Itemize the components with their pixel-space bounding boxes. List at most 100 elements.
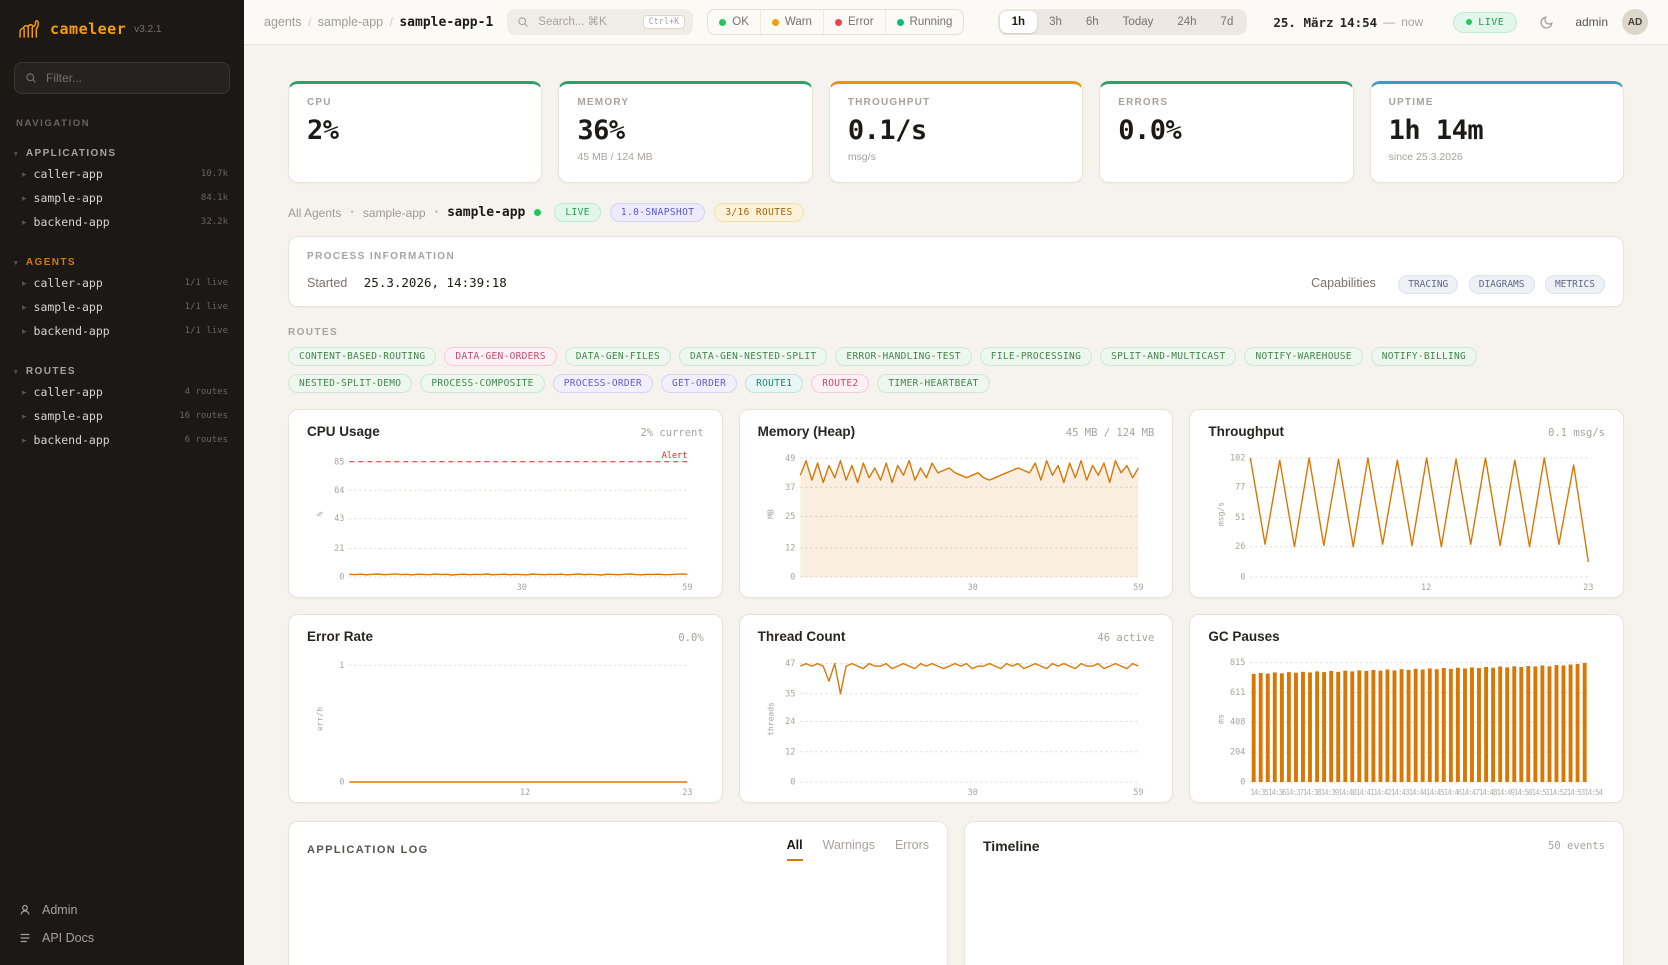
route-chip[interactable]: NOTIFY-BILLING: [1371, 347, 1477, 366]
route-chip[interactable]: TIMER-HEARTBEAT: [877, 374, 989, 393]
main-column: agents / sample-app / sample-app-1 Ctrl+…: [244, 0, 1668, 965]
breadcrumb-current: sample-app-1: [399, 15, 493, 30]
charts-grid: CPU Usage 2% current %021436485Alert3059…: [288, 409, 1624, 803]
date-range[interactable]: 25. März 14:54 — now: [1273, 15, 1423, 30]
agents-section-header[interactable]: ▾ AGENTS: [0, 254, 244, 271]
svg-text:815: 815: [1230, 658, 1245, 668]
routes-section-title: ROUTES: [26, 366, 76, 377]
svg-text:24: 24: [785, 717, 795, 727]
sidebar-app-sample-app[interactable]: ▸ sample-app 84.1k: [0, 186, 244, 210]
sidebar-footer: Admin API Docs: [0, 889, 244, 965]
route-chip[interactable]: SPLIT-AND-MULTICAST: [1100, 347, 1236, 366]
process-info-card: PROCESS INFORMATION Started 25.3.2026, 1…: [288, 236, 1624, 307]
svg-text:12: 12: [520, 788, 530, 798]
sidebar-filter[interactable]: [14, 62, 230, 94]
bottom-row: APPLICATION LOG All Warnings Errors Time…: [288, 821, 1624, 965]
sidebar-filter-input[interactable]: [44, 70, 219, 86]
svg-text:51: 51: [1235, 513, 1245, 523]
timeline-title: Timeline: [983, 838, 1040, 854]
svg-text:77: 77: [1235, 483, 1245, 493]
filter-error[interactable]: Error: [823, 10, 885, 34]
svg-text:msg/s: msg/s: [1217, 502, 1226, 526]
route-chip[interactable]: DATA-GEN-NESTED-SPLIT: [679, 347, 827, 366]
sidebar-admin-link[interactable]: Admin: [18, 903, 226, 917]
chevron-right-icon: ▸: [22, 387, 27, 398]
range-24h[interactable]: 24h: [1165, 11, 1208, 33]
sidebar-routes-sample-app[interactable]: ▸ sample-app 16 routes: [0, 404, 244, 428]
svg-text:0: 0: [339, 573, 344, 583]
stat-card-errors: ERRORS 0.0%: [1099, 81, 1353, 183]
route-chip[interactable]: DATA-GEN-ORDERS: [444, 347, 556, 366]
stat-card-cpu: CPU 2%: [288, 81, 542, 183]
svg-text:59: 59: [1133, 788, 1143, 798]
app-version: v3.2.1: [134, 24, 161, 35]
sidebar-agent-sample-app[interactable]: ▸ sample-app 1/1 live: [0, 295, 244, 319]
routes-count-badge: 4 routes: [185, 387, 228, 397]
search-input[interactable]: [536, 15, 635, 29]
breadcrumb-agents[interactable]: agents: [264, 15, 302, 29]
route-chip[interactable]: PROCESS-ORDER: [553, 374, 653, 393]
sidebar-routes-backend-app[interactable]: ▸ backend-app 6 routes: [0, 428, 244, 452]
tab-warnings[interactable]: Warnings: [823, 838, 875, 861]
sidebar-section-applications: ▾ APPLICATIONS ▸ caller-app 10.7k ▸ samp…: [0, 145, 244, 234]
route-chip[interactable]: PROCESS-COMPOSITE: [420, 374, 544, 393]
applications-section-title: APPLICATIONS: [26, 148, 117, 159]
route-chip[interactable]: ROUTE2: [811, 374, 869, 393]
app-name: cameleer: [50, 20, 126, 38]
dark-mode-toggle[interactable]: [1539, 14, 1555, 30]
capability-tracing: TRACING: [1398, 275, 1458, 294]
agents-section-title: AGENTS: [26, 257, 76, 268]
range-3h[interactable]: 3h: [1037, 11, 1074, 33]
range-1h[interactable]: 1h: [1000, 11, 1037, 33]
svg-text:MB: MB: [766, 509, 775, 519]
route-chip[interactable]: NOTIFY-WAREHOUSE: [1244, 347, 1362, 366]
chevron-right-icon: ▸: [22, 411, 27, 422]
sidebar-agent-backend-app[interactable]: ▸ backend-app 1/1 live: [0, 319, 244, 343]
route-chip[interactable]: ROUTE1: [745, 374, 803, 393]
timeline-card: Timeline 50 events: [964, 821, 1624, 965]
svg-text:0: 0: [339, 778, 344, 788]
chart-card-throughput: Throughput 0.1 msg/s msg/s02651771021223: [1189, 409, 1624, 598]
main-content[interactable]: CPU 2% MEMORY 36% 45 MB / 124 MB THROUGH…: [244, 45, 1668, 965]
route-chip[interactable]: NESTED-SPLIT-DEMO: [288, 374, 412, 393]
range-7d[interactable]: 7d: [1209, 11, 1246, 33]
avatar[interactable]: AD: [1622, 9, 1648, 35]
svg-text:err/h: err/h: [315, 707, 324, 731]
route-chip[interactable]: FILE-PROCESSING: [980, 347, 1092, 366]
route-chip[interactable]: CONTENT-BASED-ROUTING: [288, 347, 436, 366]
route-chip[interactable]: ERROR-HANDLING-TEST: [835, 347, 971, 366]
process-info-title: PROCESS INFORMATION: [307, 251, 1605, 262]
sidebar-app-backend-app[interactable]: ▸ backend-app 32.2k: [0, 210, 244, 234]
route-chip[interactable]: GET-ORDER: [661, 374, 737, 393]
filter-warn[interactable]: Warn: [760, 10, 823, 34]
routes-section-header[interactable]: ▾ ROUTES: [0, 363, 244, 380]
range-6h[interactable]: 6h: [1074, 11, 1111, 33]
tab-all[interactable]: All: [787, 838, 803, 861]
search-icon: [517, 16, 529, 28]
sample-app-link[interactable]: sample-app: [363, 206, 426, 220]
search-box[interactable]: Ctrl+K: [507, 9, 693, 35]
chevron-right-icon: ▸: [22, 302, 27, 313]
tab-errors[interactable]: Errors: [895, 838, 929, 861]
svg-text:ms: ms: [1217, 714, 1226, 724]
svg-text:47: 47: [785, 659, 795, 669]
svg-text:12: 12: [785, 543, 795, 553]
live-status-badge[interactable]: LIVE: [1453, 12, 1517, 33]
timeline-events-count: 50 events: [1548, 840, 1605, 852]
sidebar-app-caller-app[interactable]: ▸ caller-app 10.7k: [0, 162, 244, 186]
svg-text:30: 30: [967, 583, 977, 593]
range-today[interactable]: Today: [1111, 11, 1166, 33]
breadcrumb-sample-app[interactable]: sample-app: [318, 15, 383, 29]
all-agents-link[interactable]: All Agents: [288, 206, 341, 220]
started-label: Started: [307, 276, 347, 290]
filter-ok[interactable]: OK: [708, 10, 760, 34]
sidebar-agent-caller-app[interactable]: ▸ caller-app 1/1 live: [0, 271, 244, 295]
throughput-chart: msg/s02651771021223: [1204, 443, 1609, 593]
sidebar-routes-caller-app[interactable]: ▸ caller-app 4 routes: [0, 380, 244, 404]
route-chip[interactable]: DATA-GEN-FILES: [565, 347, 671, 366]
current-agent-label: sample-app: [447, 205, 525, 220]
chart-card-thread-count: Thread Count 46 active threads0122435473…: [739, 614, 1174, 803]
filter-running[interactable]: Running: [885, 10, 964, 34]
applications-section-header[interactable]: ▾ APPLICATIONS: [0, 145, 244, 162]
sidebar-api-docs-link[interactable]: API Docs: [18, 931, 226, 945]
